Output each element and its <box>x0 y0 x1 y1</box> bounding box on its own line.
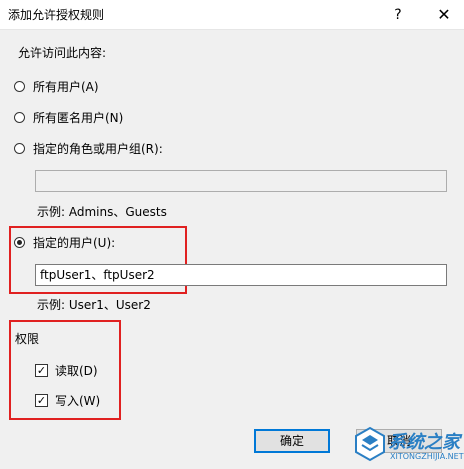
radio-anonymous-users-label[interactable]: 所有匿名用户(N) <box>33 109 123 126</box>
watermark: 系统之家 XITONGZHIJIA.NET <box>348 420 464 466</box>
close-icon: ✕ <box>437 5 451 24</box>
checkmark-icon: ✓ <box>36 364 47 377</box>
title-bar: 添加允许授权规则 ? ✕ <box>0 0 464 30</box>
help-icon: ? <box>394 6 402 23</box>
radio-anonymous-users[interactable] <box>14 112 25 123</box>
ok-button[interactable]: 确定 <box>254 429 330 453</box>
watermark-text: 系统之家 <box>388 432 460 453</box>
help-button[interactable]: ? <box>378 0 418 29</box>
access-heading: 允许访问此内容: <box>18 46 107 60</box>
window-title: 添加允许授权规则 <box>8 8 105 22</box>
checkbox-write-label[interactable]: 写入(W) <box>55 392 100 409</box>
radio-all-users-label[interactable]: 所有用户(A) <box>33 78 99 95</box>
checkbox-read[interactable]: ✓ <box>35 364 48 377</box>
users-input[interactable]: ftpUser1、ftpUser2 <box>35 264 447 286</box>
checkmark-icon: ✓ <box>36 394 47 407</box>
permissions-heading: 权限 <box>15 332 40 346</box>
radio-specified-users[interactable] <box>14 237 25 248</box>
checkbox-write[interactable]: ✓ <box>35 394 48 407</box>
roles-input[interactable] <box>35 170 447 192</box>
roles-example: 示例: Admins、Guests <box>37 205 167 219</box>
radio-specified-users-label[interactable]: 指定的用户(U): <box>33 234 115 251</box>
watermark-logo-icon <box>355 426 385 462</box>
close-button[interactable]: ✕ <box>424 0 464 29</box>
checkbox-read-label[interactable]: 读取(D) <box>55 362 98 379</box>
watermark-subtext: XITONGZHIJIA.NET <box>390 452 464 461</box>
radio-roles-groups[interactable] <box>14 143 25 154</box>
radio-roles-groups-label[interactable]: 指定的角色或用户组(R): <box>33 140 163 157</box>
radio-all-users[interactable] <box>14 81 25 92</box>
users-example: 示例: User1、User2 <box>37 298 151 312</box>
